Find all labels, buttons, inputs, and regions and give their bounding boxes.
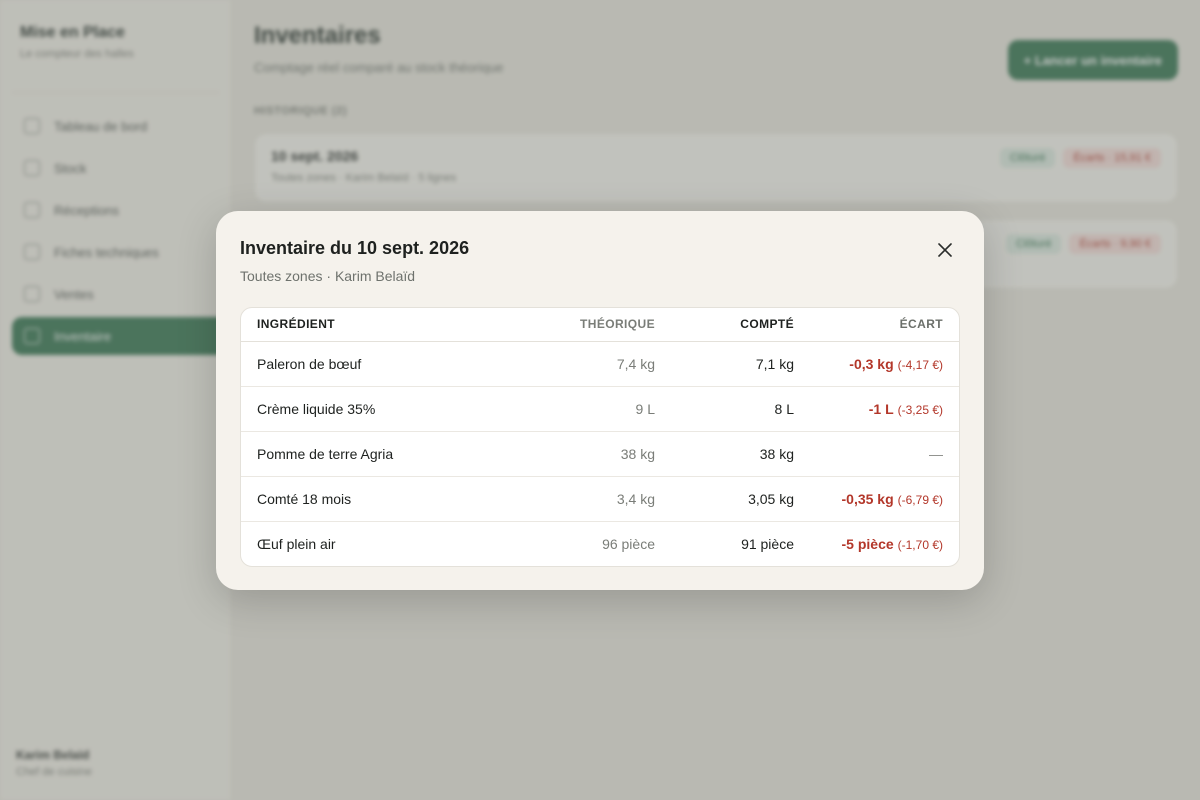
ecart-cost: (-3,25 €): [897, 402, 943, 417]
ecart-quantity: -5 pièce: [841, 535, 894, 552]
column-header-theorique: Théorique: [531, 308, 671, 342]
cell-ingredient: Pomme de terre Agria: [241, 430, 531, 476]
ecart-cost: (-4,17 €): [897, 357, 943, 372]
column-header-ecart: Écart: [810, 308, 959, 342]
cell-compte: 3,05 kg: [671, 475, 810, 521]
ecart-quantity: -1 L: [868, 400, 894, 417]
cell-theorique: 38 kg: [531, 430, 671, 476]
cell-ecart: -0,35 kg (-6,79 €): [810, 475, 959, 521]
inventory-table: Ingrédient Théorique Compté Écart Palero…: [241, 308, 959, 566]
column-header-compte: Compté: [671, 308, 810, 342]
cell-ecart: -5 pièce (-1,70 €): [810, 520, 959, 566]
inventory-detail-modal: Inventaire du 10 sept. 2026 Toutes zones…: [216, 211, 984, 590]
table-row: Pomme de terre Agria 38 kg 38 kg —: [241, 430, 959, 476]
table-row: Paleron de bœuf 7,4 kg 7,1 kg -0,3 kg (-4…: [241, 341, 959, 386]
cell-theorique: 96 pièce: [531, 520, 671, 566]
cell-theorique: 9 L: [531, 385, 671, 431]
ecart-quantity: -0,35 kg: [841, 490, 894, 507]
close-button[interactable]: [934, 239, 956, 261]
cell-theorique: 7,4 kg: [616, 355, 655, 372]
cell-ecart: -1 L (-3,25 €): [810, 385, 959, 431]
cell-ingredient: Comté 18 mois: [241, 475, 531, 521]
cell-ecart: -0,3 kg (-4,17 €): [810, 341, 959, 386]
cell-ingredient: Paleron de bœuf: [257, 355, 362, 372]
cell-compte: 38 kg: [671, 430, 810, 476]
ecart-none: —: [929, 445, 943, 462]
cell-theorique: 3,4 kg: [531, 475, 671, 521]
cell-compte: 8 L: [671, 385, 810, 431]
table-row: Crème liquide 35% 9 L 8 L -1 L (-3,25 €): [241, 385, 959, 431]
cell-compte: 7,1 kg: [755, 355, 794, 372]
cell-compte: 91 pièce: [671, 520, 810, 566]
cell-ingredient: Crème liquide 35%: [241, 385, 531, 431]
table-row: Œuf plein air 96 pièce 91 pièce -5 pièce…: [241, 520, 959, 566]
close-icon: [938, 243, 952, 257]
inventory-table-container: Ingrédient Théorique Compté Écart Palero…: [240, 307, 960, 567]
column-header-ingredient: Ingrédient: [241, 308, 531, 342]
modal-subtitle: Toutes zones · Karim Belaïd: [240, 268, 416, 284]
cell-ecart: —: [810, 430, 959, 476]
ecart-quantity: -0,3 kg: [849, 355, 894, 372]
table-header-row: Ingrédient Théorique Compté Écart: [241, 308, 959, 342]
ecart-cost: (-1,70 €): [897, 537, 943, 552]
ecart-cost: (-6,79 €): [897, 492, 943, 507]
modal-title: Inventaire du 10 sept. 2026: [240, 238, 470, 258]
cell-ingredient: Œuf plein air: [241, 520, 531, 566]
table-row: Comté 18 mois 3,4 kg 3,05 kg -0,35 kg (-6…: [241, 475, 959, 521]
